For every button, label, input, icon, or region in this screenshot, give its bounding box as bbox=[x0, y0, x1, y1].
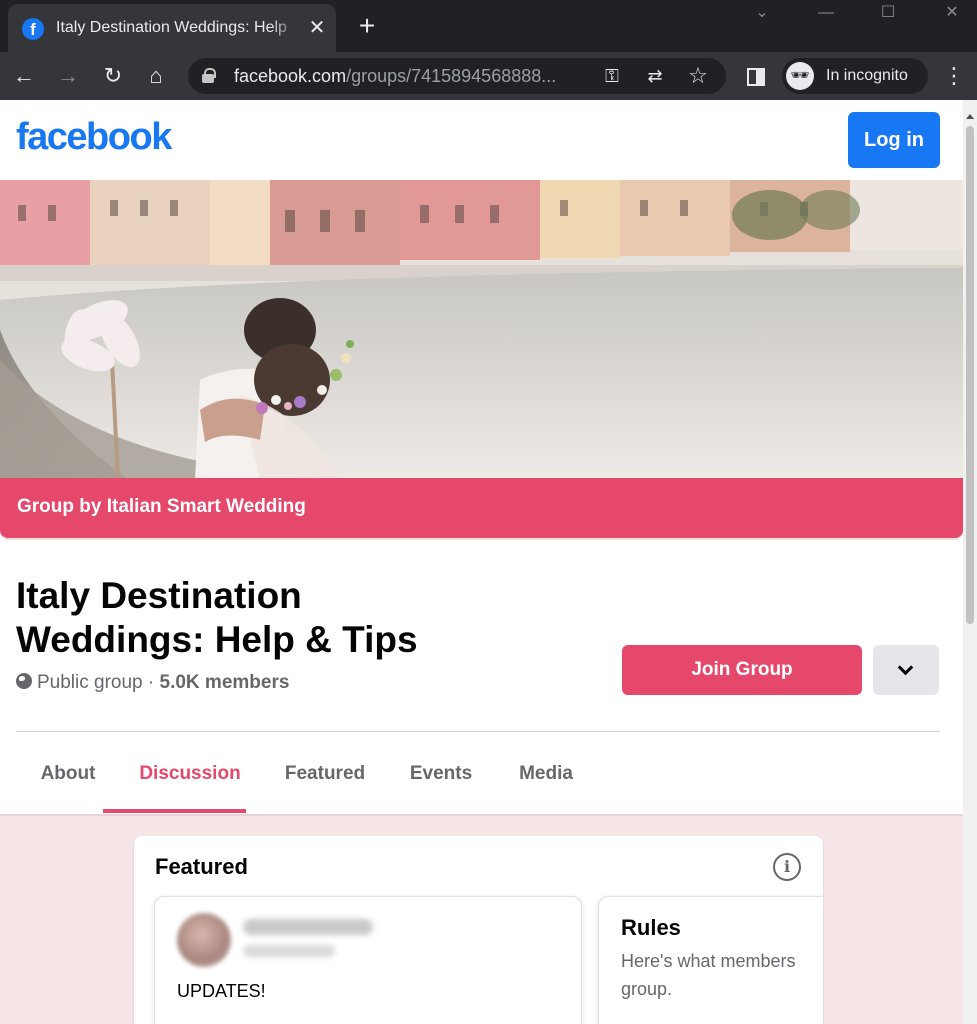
incognito-icon: 🕶 bbox=[786, 62, 814, 90]
featured-heading: Featured bbox=[155, 854, 248, 879]
facebook-header: facebook Log in bbox=[0, 100, 963, 180]
browser-tabstrip: f Italy Destination Weddings: Help ✕ + ⌄… bbox=[0, 0, 977, 52]
facebook-logo[interactable]: facebook bbox=[16, 116, 172, 159]
member-count[interactable]: 5.0K members bbox=[160, 672, 290, 693]
key-icon[interactable]: ⚿ bbox=[598, 62, 626, 90]
menu-icon[interactable]: ⋮ bbox=[938, 60, 970, 92]
tab-about[interactable]: About bbox=[16, 732, 120, 816]
avatar[interactable] bbox=[177, 913, 231, 967]
info-icon[interactable]: i bbox=[773, 853, 801, 881]
new-tab-icon[interactable]: + bbox=[352, 12, 382, 42]
join-group-button[interactable]: Join Group bbox=[622, 645, 862, 695]
tab-search-icon[interactable]: ⌄ bbox=[742, 2, 782, 26]
page-viewport: facebook Log in Group by Italian Smart W… bbox=[0, 100, 963, 1024]
star-icon[interactable]: ☆ bbox=[684, 62, 712, 90]
group-meta: Public group · 5.0K members bbox=[16, 672, 289, 694]
facebook-favicon-icon: f bbox=[22, 18, 44, 40]
author-name-blurred bbox=[243, 919, 373, 935]
tab-events[interactable]: Events bbox=[396, 732, 486, 816]
forward-icon[interactable]: → bbox=[52, 60, 84, 92]
tab-title-fade bbox=[270, 14, 300, 44]
url-path: /groups/7415894568888... bbox=[346, 66, 557, 86]
globe-icon bbox=[16, 673, 32, 689]
window-close-icon[interactable]: ✕ bbox=[932, 2, 972, 26]
featured-post-card[interactable]: UPDATES! bbox=[154, 896, 582, 1024]
tab-discussion[interactable]: Discussion bbox=[118, 732, 262, 816]
tab-title: Italy Destination Weddings: Help bbox=[56, 19, 287, 36]
cover-banner: Group by Italian Smart Wedding bbox=[0, 478, 963, 538]
meta-separator: · bbox=[142, 672, 160, 693]
maximize-icon[interactable]: ☐ bbox=[868, 2, 908, 26]
home-icon[interactable]: ⌂ bbox=[140, 60, 172, 92]
rules-title: Rules bbox=[621, 915, 681, 940]
group-title: Italy Destination Weddings: Help & Tips bbox=[16, 575, 418, 660]
rules-card[interactable]: Rules Here's what members group. bbox=[598, 896, 823, 1024]
close-tab-icon[interactable]: ✕ bbox=[306, 17, 328, 39]
group-owner-label[interactable]: Group by Italian Smart Wedding bbox=[17, 496, 306, 518]
login-button[interactable]: Log in bbox=[848, 112, 940, 168]
lock-icon[interactable] bbox=[202, 68, 216, 84]
side-panel-icon[interactable] bbox=[740, 60, 772, 92]
url-text[interactable]: facebook.com/groups/7415894568888... bbox=[234, 66, 574, 88]
incognito-badge[interactable]: 🕶 In incognito bbox=[782, 58, 928, 94]
cover-photo: Group by Italian Smart Wedding bbox=[0, 180, 963, 540]
page-scrollbar[interactable] bbox=[963, 100, 977, 1024]
post-time-blurred bbox=[243, 945, 335, 957]
incognito-label: In incognito bbox=[826, 67, 908, 84]
tab-featured[interactable]: Featured bbox=[270, 732, 380, 816]
address-bar[interactable]: facebook.com/groups/7415894568888... ⚿ ⇄… bbox=[188, 58, 726, 94]
reload-icon[interactable]: ↻ bbox=[97, 60, 129, 92]
minimize-icon[interactable]: — bbox=[806, 2, 846, 26]
rules-description: Here's what members group. bbox=[621, 951, 796, 999]
featured-section: Featured i UPDATES! Rules Here's what me… bbox=[134, 836, 823, 1024]
more-options-button[interactable] bbox=[873, 645, 939, 695]
chevron-down-icon bbox=[897, 659, 914, 676]
active-tab-indicator bbox=[103, 809, 246, 813]
scroll-up-arrow-icon[interactable] bbox=[966, 114, 974, 119]
browser-tab[interactable]: f Italy Destination Weddings: Help ✕ bbox=[8, 4, 336, 52]
url-host: facebook.com bbox=[234, 66, 347, 86]
browser-toolbar: ← → ↻ ⌂ facebook.com/groups/741589456888… bbox=[0, 52, 977, 100]
post-text: UPDATES! bbox=[177, 981, 266, 1001]
group-tabs: About Discussion Featured Events Media bbox=[16, 732, 940, 816]
scrollbar-thumb[interactable] bbox=[966, 126, 974, 624]
translate-icon[interactable]: ⇄ bbox=[641, 62, 669, 90]
group-privacy: Public group bbox=[37, 672, 143, 693]
tab-media[interactable]: Media bbox=[502, 732, 590, 816]
back-icon[interactable]: ← bbox=[8, 60, 40, 92]
